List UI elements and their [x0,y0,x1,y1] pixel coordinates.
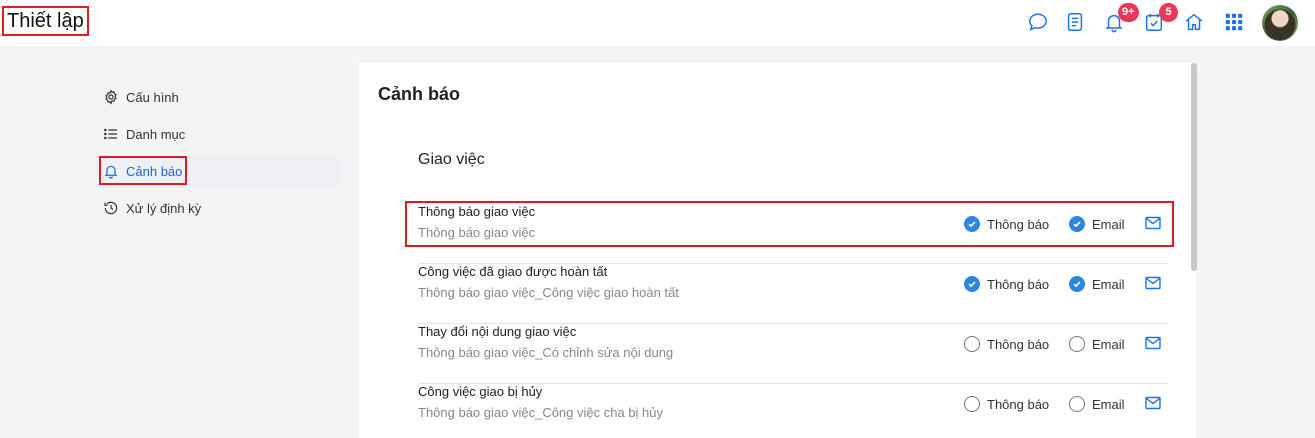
email-label: Email [1092,336,1125,352]
row-title: Thay đổi nội dung giao việc [418,324,577,339]
list-icon [102,125,120,143]
highlight-box [405,201,1174,247]
history-icon [102,199,120,217]
notify-label: Thông báo [987,276,1050,292]
page-title: Thiết lập [2,6,89,36]
notify-checkbox[interactable]: Thông báo [964,394,1049,414]
sidebar-item-danh-muc[interactable]: Danh mục [96,119,340,149]
row-description: Thông báo giao việc_Công việc giao hoàn … [418,285,679,300]
highlight-box [99,156,187,185]
sidebar-item-xu-ly-dinh-ky[interactable]: Xử lý định kỳ [96,193,340,223]
sidebar-item-label: Cấu hình [126,89,179,105]
user-avatar[interactable] [1262,5,1298,41]
row-description: Thông báo giao việc_Công việc cha bị hủy [418,405,663,420]
sidebar-item-label: Danh mục [126,126,186,142]
table-row: Thay đổi nội dung giao việc Thông báo gi… [418,324,1168,384]
scrollbar[interactable] [1191,63,1197,271]
table-row: Công việc đã giao được hoàn tất Thông bá… [418,264,1168,324]
row-description: Thông báo giao việc_Có chỉnh sửa nội dun… [418,345,674,360]
panel-title: Cảnh báo [378,84,461,104]
notify-label: Thông báo [987,396,1050,412]
chat-icon[interactable] [1025,9,1051,35]
email-checkbox[interactable]: Email [1069,274,1125,294]
mail-icon[interactable] [1145,276,1161,290]
notify-checkbox[interactable]: Thông báo [964,334,1049,354]
apps-grid-icon[interactable] [1221,9,1247,35]
email-checkbox[interactable]: Email [1069,394,1125,414]
notification-badge: 9+ [1118,3,1139,22]
sidebar-item-label: Xử lý định kỳ [126,200,202,216]
home-icon[interactable] [1181,9,1207,35]
notes-icon[interactable] [1062,9,1088,35]
email-checkbox[interactable]: Email [1069,334,1125,354]
unchecked-circle-icon [964,336,980,352]
section-title: Giao việc [418,151,485,168]
top-header: Thiết lập 9+ 5 [0,0,1315,46]
unchecked-circle-icon [1069,336,1085,352]
row-title: Công việc giao bị hủy [418,384,543,399]
notify-checkbox[interactable]: Thông báo [964,274,1049,294]
task-badge: 5 [1159,3,1178,22]
sidebar-item-cau-hinh[interactable]: Cấu hình [96,82,340,112]
unchecked-circle-icon [1069,396,1085,412]
row-title: Công việc đã giao được hoàn tất [418,264,608,279]
unchecked-circle-icon [964,396,980,412]
mail-icon[interactable] [1145,336,1161,350]
table-row: Công việc giao bị hủy Thông báo giao việ… [418,384,1168,438]
email-label: Email [1092,276,1125,292]
gear-icon [102,88,120,106]
email-label: Email [1092,396,1125,412]
checkmark-icon [1069,276,1085,292]
notify-label: Thông báo [987,336,1050,352]
checkmark-icon [964,276,980,292]
mail-icon[interactable] [1145,396,1161,410]
